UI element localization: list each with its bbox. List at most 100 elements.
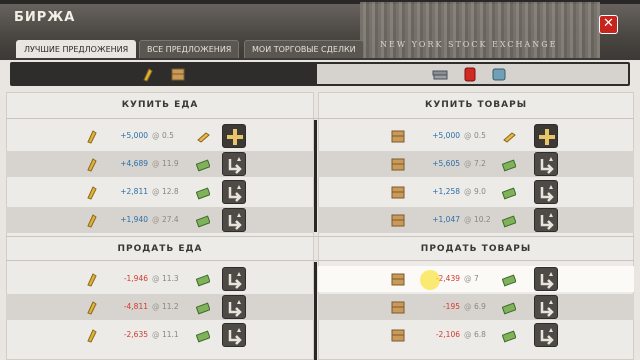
offer-row[interactable]: -1,946 @11.3 <box>6 266 314 292</box>
at-sign: @ <box>464 274 472 283</box>
trade-button[interactable] <box>222 267 246 291</box>
offer-row[interactable]: -2,106 @6.8 <box>318 322 634 348</box>
steel-bars-icon[interactable] <box>432 66 448 82</box>
offer-row[interactable]: +5,605 @7.2 <box>318 151 634 177</box>
trade-button[interactable] <box>534 208 558 232</box>
cash-icon <box>195 157 211 172</box>
trade-button[interactable] <box>534 267 558 291</box>
wheat-icon[interactable] <box>140 66 156 82</box>
trade-button[interactable] <box>222 295 246 319</box>
tab-best-offers[interactable]: ЛУЧШИЕ ПРЕДЛОЖЕНИЯ <box>16 40 137 58</box>
trade-button[interactable] <box>534 152 558 176</box>
offer-amount: +1,940 <box>120 215 148 224</box>
at-sign: @ <box>152 215 160 224</box>
cash-icon <box>501 272 517 287</box>
crate-icon[interactable] <box>170 66 186 82</box>
trade-button[interactable] <box>534 323 558 347</box>
offer-row[interactable]: +1,940 @27.4 <box>6 207 314 233</box>
trade-button[interactable] <box>222 323 246 347</box>
at-sign: @ <box>152 187 160 196</box>
offer-row[interactable]: +5,000 @0.5 <box>318 123 634 149</box>
sell-goods-heading: ПРОДАТЬ ТОВАРЫ <box>420 244 532 254</box>
trade-button[interactable] <box>222 180 246 204</box>
offer-row[interactable]: +2,811 @12.8 <box>6 179 314 205</box>
offer-price: 6.9 <box>474 302 486 311</box>
offer-amount: -2,635 <box>123 330 148 339</box>
offer-amount: +1,047 <box>432 215 460 224</box>
offer-amount: -4,811 <box>123 302 148 311</box>
close-button[interactable]: ✕ <box>599 15 618 34</box>
fuel-canister-icon[interactable] <box>462 66 478 82</box>
offer-amount: +4,689 <box>120 159 148 168</box>
window-title: БИРЖА <box>14 10 76 25</box>
offer-price: 7 <box>474 274 479 283</box>
offer-row[interactable]: -2,635 @11.1 <box>6 322 314 348</box>
add-offer-button[interactable] <box>222 124 246 148</box>
offer-price: 7.2 <box>474 159 486 168</box>
cash-icon <box>501 328 517 343</box>
trade-button[interactable] <box>222 208 246 232</box>
at-sign: @ <box>464 215 472 224</box>
offer-amount: -1,946 <box>123 274 148 283</box>
offer-price: 11.9 <box>162 159 179 168</box>
tab-my-trades[interactable]: МОИ ТОРГОВЫЕ СДЕЛКИ <box>244 40 364 58</box>
at-sign: @ <box>152 274 160 283</box>
divider <box>6 236 634 237</box>
cash-icon <box>195 328 211 343</box>
at-sign: @ <box>152 131 160 140</box>
offer-row[interactable]: -195 @6.9 <box>318 294 634 320</box>
offer-price: 12.8 <box>162 187 179 196</box>
tab-label: МОИ ТОРГОВЫЕ СДЕЛКИ <box>252 45 356 54</box>
offer-row[interactable]: -2,439 @7 <box>318 266 634 292</box>
buy-goods-heading: КУПИТЬ ТОВАРЫ <box>424 100 528 110</box>
buy-food-heading: КУПИТЬ ЕДА <box>121 100 199 110</box>
at-sign: @ <box>464 330 472 339</box>
offer-price: 11.2 <box>162 302 179 311</box>
trade-button[interactable] <box>534 180 558 204</box>
offer-row[interactable]: -4,811 @11.2 <box>6 294 314 320</box>
offer-price: 0.5 <box>162 131 174 140</box>
add-offer-button[interactable] <box>534 124 558 148</box>
tab-label: ВСЕ ПРЕДЛОЖЕНИЯ <box>147 45 232 54</box>
offer-price: 27.4 <box>162 215 179 224</box>
offer-row[interactable]: +4,689 @11.9 <box>6 151 314 177</box>
divider <box>6 260 634 261</box>
trade-button[interactable] <box>222 152 246 176</box>
gold-icon <box>502 129 516 143</box>
cash-icon <box>195 272 211 287</box>
offer-price: 11.1 <box>162 330 179 339</box>
sell-food-heading: ПРОДАТЬ ЕДА <box>117 244 203 254</box>
cash-icon <box>195 213 211 228</box>
offer-price: 6.8 <box>474 330 486 339</box>
exchange-window: NEW YORK STOCK EXCHANGE БИРЖА ✕ ЛУЧШИЕ П… <box>0 0 640 360</box>
offer-amount: +1,258 <box>432 187 460 196</box>
tab-label: ЛУЧШИЕ ПРЕДЛОЖЕНИЯ <box>24 45 129 54</box>
at-sign: @ <box>464 159 472 168</box>
offer-row[interactable]: +5,000 @0.5 <box>6 123 314 149</box>
cash-icon <box>501 157 517 172</box>
cash-icon <box>501 185 517 200</box>
at-sign: @ <box>152 302 160 311</box>
offer-amount: -195 <box>442 302 460 311</box>
cash-icon <box>501 300 517 315</box>
offer-amount: +5,605 <box>432 159 460 168</box>
at-sign: @ <box>152 159 160 168</box>
water-barrel-icon[interactable] <box>491 66 507 82</box>
panel-divider-top <box>314 120 317 232</box>
cash-icon <box>501 213 517 228</box>
gold-icon <box>196 129 210 143</box>
offer-amount: +5,000 <box>120 131 148 140</box>
offer-amount: +5,000 <box>432 131 460 140</box>
cash-icon <box>195 185 211 200</box>
trade-button[interactable] <box>534 295 558 319</box>
offer-amount: -2,106 <box>435 330 460 339</box>
offer-price: 10.2 <box>474 215 491 224</box>
offer-price: 0.5 <box>474 131 486 140</box>
divider <box>6 118 634 119</box>
at-sign: @ <box>464 187 472 196</box>
offer-row[interactable]: +1,258 @9.0 <box>318 179 634 205</box>
tab-all-offers[interactable]: ВСЕ ПРЕДЛОЖЕНИЯ <box>139 40 240 58</box>
offer-row[interactable]: +1,047 @10.2 <box>318 207 634 233</box>
offer-amount: +2,811 <box>120 187 148 196</box>
cash-icon <box>195 300 211 315</box>
